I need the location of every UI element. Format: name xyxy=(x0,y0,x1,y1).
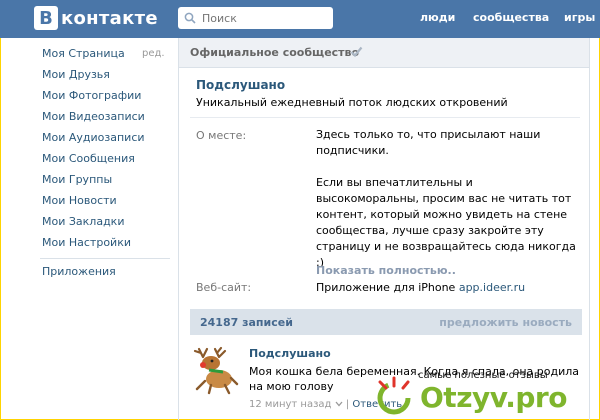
group-name: Подслушано xyxy=(196,78,286,92)
divider xyxy=(190,117,580,118)
search-box[interactable] xyxy=(178,7,333,29)
group-status: Уникальный ежедневный поток людских откр… xyxy=(196,96,508,109)
posts-count[interactable]: 24187 записей xyxy=(200,316,293,329)
reindeer-avatar-icon[interactable] xyxy=(189,345,241,397)
sidebar-item-groups[interactable]: Мои Группы xyxy=(42,169,172,190)
search-icon xyxy=(184,12,196,24)
website-link[interactable]: app.ideer.ru xyxy=(459,281,525,294)
nav-communities[interactable]: сообщества xyxy=(473,11,549,24)
website-prefix: Приложение для iPhone xyxy=(316,281,456,294)
wall-header-bar: 24187 записей предложить новость xyxy=(190,309,582,335)
top-header: В контакте люди сообщества игры xyxy=(0,0,600,38)
sidebar-item-audio[interactable]: Мои Аудиозаписи xyxy=(42,127,172,148)
vk-logo[interactable]: В контакте xyxy=(34,6,158,30)
sidebar-item-news[interactable]: Мои Новости xyxy=(42,190,172,211)
watermark-brand: Otzyv.pro xyxy=(420,381,567,414)
official-community-bar: Официальное сообщество xyxy=(179,38,589,68)
meta-separator: | xyxy=(345,399,350,410)
sidebar-divider xyxy=(40,258,170,259)
edit-menu-link[interactable]: ред. xyxy=(142,43,165,64)
search-input[interactable] xyxy=(200,10,324,26)
sidebar-item-apps[interactable]: Приложения xyxy=(42,261,116,282)
nav-people[interactable]: люди xyxy=(420,11,455,24)
about-paragraph: Здесь только то, что присылают наши подп… xyxy=(316,128,541,157)
about-paragraph: Если вы впечатлительны и высокоморальны,… xyxy=(316,176,576,269)
about-label: О месте: xyxy=(196,129,247,142)
official-community-label: Официальное сообщество xyxy=(190,46,360,59)
nav-games[interactable]: игры xyxy=(564,11,595,24)
logo-badge: В xyxy=(34,6,58,30)
sidebar-item-bookmarks[interactable]: Мои Закладки xyxy=(42,211,172,232)
main-column: Официальное сообщество Подслушано Уникал… xyxy=(178,38,590,420)
logo-text: контакте xyxy=(61,7,158,29)
left-sidebar: Моя Страница Мои Друзья Мои Фотографии М… xyxy=(42,43,172,253)
post-author[interactable]: Подслушано xyxy=(249,347,331,360)
verified-check-icon xyxy=(350,46,363,58)
sidebar-item-settings[interactable]: Мои Настройки xyxy=(42,232,172,253)
watermark-tagline: самые полезные отзывы xyxy=(418,370,548,381)
about-text: Здесь только то, что присылают наши подп… xyxy=(316,127,576,271)
website-value: Приложение для iPhone app.ideer.ru xyxy=(316,281,525,294)
sidebar-item-friends[interactable]: Мои Друзья xyxy=(42,64,172,85)
sidebar-item-photos[interactable]: Мои Фотографии xyxy=(42,85,172,106)
website-label: Веб-сайт: xyxy=(196,281,252,294)
watermark-logo-icon xyxy=(377,376,411,415)
sidebar-item-messages[interactable]: Мои Сообщения xyxy=(42,148,172,169)
suggest-news-link[interactable]: предложить новость xyxy=(439,316,572,329)
post-time[interactable]: 12 минут назад xyxy=(249,399,331,410)
sidebar-item-videos[interactable]: Мои Видеозаписи xyxy=(42,106,172,127)
show-more-link[interactable]: Показать полностью.. xyxy=(316,264,456,277)
chevron-down-icon[interactable] xyxy=(335,401,343,407)
